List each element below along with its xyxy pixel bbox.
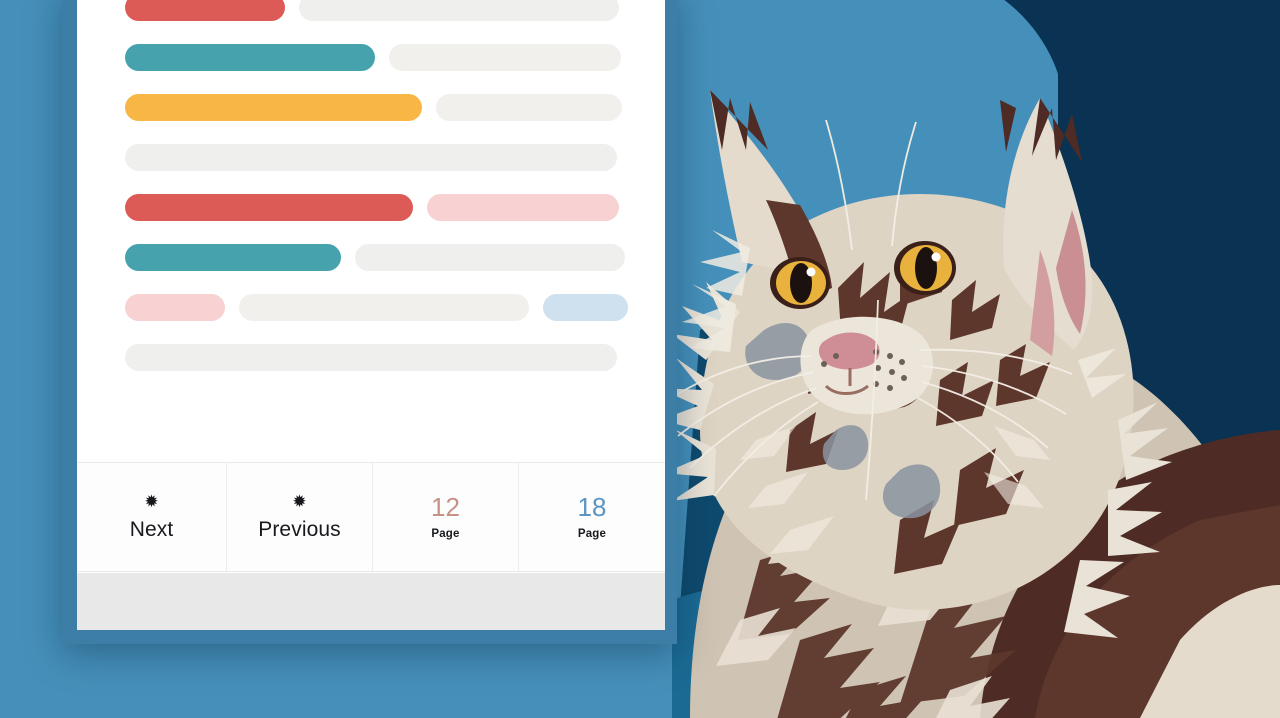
pager-previous-button[interactable]: ✹ Previous <box>227 463 373 571</box>
cat-eye-right <box>894 241 956 295</box>
pagination-footer[interactable]: ✹ Next ✹ Previous 12 Page 18 Page <box>77 462 665 572</box>
pager-page-12-button[interactable]: 12 Page <box>373 463 519 571</box>
cat-eye-left <box>770 257 830 309</box>
pager-nav-label: Previous <box>258 517 341 541</box>
pager-page-sublabel: Page <box>431 528 460 540</box>
pager-nav-label: Next <box>129 517 174 541</box>
skeleton-pill <box>299 0 619 21</box>
skeleton-pill <box>125 93 422 121</box>
pager-page-sublabel: Page <box>577 528 607 540</box>
content-skeleton-list <box>77 0 665 382</box>
skeleton-pill <box>125 193 413 221</box>
skeleton-pill <box>543 293 628 321</box>
pager-page-number: 12 <box>431 492 460 522</box>
skeleton-pill <box>125 43 375 71</box>
list-item[interactable] <box>125 182 619 232</box>
pager-page-18-button[interactable]: 18 Page <box>519 463 665 571</box>
skeleton-pill <box>125 293 225 321</box>
list-item[interactable] <box>125 32 621 82</box>
skeleton-pill <box>427 193 619 221</box>
skeleton-pill <box>389 43 621 71</box>
pagination-card: ✹ Next ✹ Previous 12 Page 18 Page <box>77 0 665 630</box>
skeleton-pill <box>239 293 529 321</box>
list-item[interactable] <box>125 0 619 32</box>
list-item[interactable] <box>125 282 628 332</box>
skeleton-pill <box>125 0 285 21</box>
card-footer-strip <box>77 573 665 630</box>
skeleton-pill <box>436 93 622 121</box>
skeleton-pill <box>125 143 617 171</box>
list-item[interactable] <box>125 232 625 282</box>
skeleton-pill <box>355 243 625 271</box>
sun-burst-icon: ✹ <box>292 491 307 511</box>
list-item[interactable] <box>125 332 617 382</box>
sun-burst-icon: ✹ <box>144 491 159 511</box>
list-item[interactable] <box>125 132 617 182</box>
pager-page-number: 18 <box>577 492 607 522</box>
pager-next-button[interactable]: ✹ Next <box>77 463 227 571</box>
skeleton-pill <box>125 343 617 371</box>
skeleton-pill <box>125 243 341 271</box>
list-item[interactable] <box>125 82 622 132</box>
pagination-card-shell: ✹ Next ✹ Previous 12 Page 18 Page <box>62 0 677 644</box>
